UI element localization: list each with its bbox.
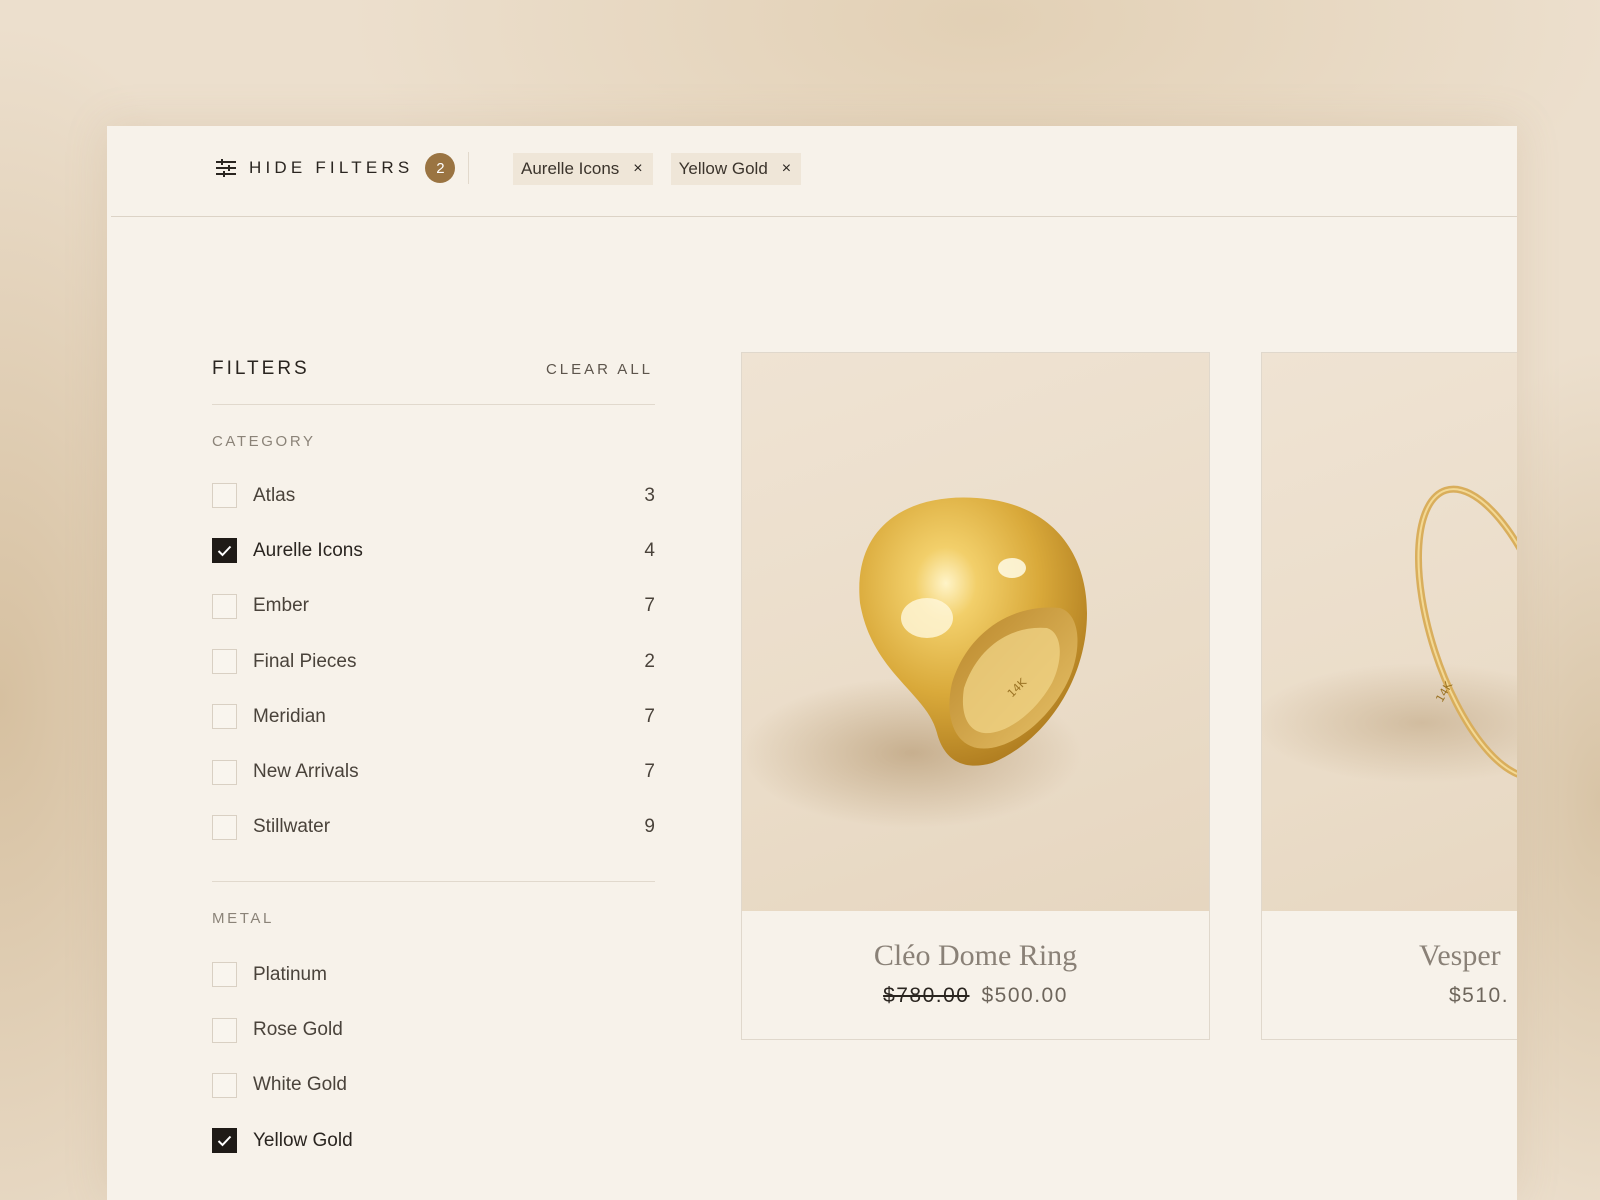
category-options: Atlas 3 Aurelle Icons 4 Ember 7 Final Pi…: [212, 468, 655, 855]
checkbox[interactable]: [212, 704, 237, 730]
option-label: White Gold: [253, 1074, 347, 1096]
filters-sidebar: FILTERS CLEAR ALL CATEGORY Atlas 3 Aurel…: [212, 354, 655, 1168]
option-label: Stillwater: [253, 816, 331, 838]
chip-yellow-gold[interactable]: Yellow Gold ×: [670, 153, 802, 185]
filter-option-rose-gold[interactable]: Rose Gold: [212, 1002, 655, 1057]
shop-panel: HIDE FILTERS 2 Aurelle Icons × Yellow Go…: [107, 126, 1517, 1200]
product-image: 14K: [742, 353, 1209, 911]
filter-option-final-pieces[interactable]: Final Pieces 2: [212, 634, 655, 689]
checkbox[interactable]: [212, 1072, 237, 1098]
band-ring-image: 14K: [1262, 485, 1517, 783]
filter-option-atlas[interactable]: Atlas 3: [212, 468, 655, 523]
filter-option-meridian[interactable]: Meridian 7: [212, 689, 655, 744]
option-count: 4: [644, 539, 655, 561]
option-count: 3: [644, 484, 655, 506]
filters-title: FILTERS: [212, 358, 310, 379]
checkbox[interactable]: [212, 593, 237, 619]
filters-header: FILTERS CLEAR ALL: [212, 354, 655, 384]
checkbox-checked[interactable]: [212, 538, 237, 564]
option-label: Aurelle Icons: [253, 539, 363, 561]
option-count: 9: [644, 816, 655, 838]
option-count: 7: [644, 761, 655, 783]
option-label: Meridian: [253, 705, 326, 727]
product-price: $780.00 $500.00: [742, 984, 1209, 1008]
option-label: Platinum: [253, 963, 327, 985]
product-card[interactable]: 14K Vesper $510.: [1261, 352, 1517, 1040]
filter-option-platinum[interactable]: Platinum: [212, 947, 655, 1002]
sale-price: $500.00: [981, 984, 1068, 1007]
checkbox[interactable]: [212, 962, 237, 988]
product-info: Vesper $510.: [1262, 911, 1517, 1039]
divider: [212, 404, 655, 405]
clear-all-button[interactable]: CLEAR ALL: [546, 361, 653, 378]
original-price: $780.00: [883, 984, 970, 1007]
chip-label: Aurelle Icons: [521, 159, 620, 178]
active-filter-chips: Aurelle Icons × Yellow Gold ×: [513, 153, 802, 185]
checkbox-checked[interactable]: [212, 1128, 237, 1154]
filter-option-yellow-gold[interactable]: Yellow Gold: [212, 1113, 655, 1168]
close-icon[interactable]: ×: [782, 161, 791, 177]
sliders-icon: [216, 159, 236, 177]
checkbox[interactable]: [212, 649, 237, 675]
product-name[interactable]: Vesper: [1419, 939, 1517, 973]
option-label: Rose Gold: [253, 1019, 343, 1041]
product-info: Cléo Dome Ring $780.00 $500.00: [742, 911, 1209, 1039]
checkbox[interactable]: [212, 483, 237, 509]
divider: [212, 881, 655, 883]
hide-filters-label: HIDE FILTERS: [249, 158, 414, 177]
check-icon: [217, 545, 232, 557]
chip-aurelle-icons[interactable]: Aurelle Icons ×: [513, 153, 653, 185]
hide-filters-button[interactable]: HIDE FILTERS 2: [215, 150, 456, 186]
close-icon[interactable]: ×: [633, 161, 642, 177]
product-name[interactable]: Cléo Dome Ring: [742, 939, 1209, 973]
chip-label: Yellow Gold: [678, 159, 768, 178]
metal-options: Platinum Rose Gold White Gold Yellow Gol…: [212, 947, 655, 1168]
option-label: New Arrivals: [253, 761, 359, 783]
sale-price: $510.: [1449, 984, 1510, 1007]
checkbox[interactable]: [212, 814, 237, 840]
option-label: Ember: [253, 595, 309, 617]
product-image: 14K: [1262, 353, 1517, 911]
option-label: Atlas: [253, 484, 296, 506]
option-label: Final Pieces: [253, 650, 357, 672]
checkbox[interactable]: [212, 759, 237, 785]
filter-option-new-arrivals[interactable]: New Arrivals 7: [212, 744, 655, 799]
filter-option-ember[interactable]: Ember 7: [212, 579, 655, 634]
toolbar-divider: [468, 152, 469, 184]
checkbox[interactable]: [212, 1017, 237, 1043]
category-heading: CATEGORY: [212, 433, 316, 450]
option-count: 2: [644, 650, 655, 672]
metal-heading: METAL: [212, 910, 274, 928]
active-filter-count-badge: 2: [425, 153, 456, 183]
filter-option-white-gold[interactable]: White Gold: [212, 1058, 655, 1113]
product-card[interactable]: 14K Cléo Dome Ring $780.00 $500.00: [741, 352, 1210, 1040]
filter-toolbar: HIDE FILTERS 2 Aurelle Icons × Yellow Go…: [111, 126, 1517, 217]
option-count: 7: [644, 595, 655, 617]
check-icon: [217, 1135, 232, 1147]
dome-ring-image: 14K: [742, 497, 1087, 828]
filter-option-stillwater[interactable]: Stillwater 9: [212, 800, 655, 855]
product-price: $510.: [1449, 984, 1517, 1008]
filter-option-aurelle-icons[interactable]: Aurelle Icons 4: [212, 523, 655, 578]
option-label: Yellow Gold: [253, 1129, 353, 1151]
option-count: 7: [644, 705, 655, 727]
